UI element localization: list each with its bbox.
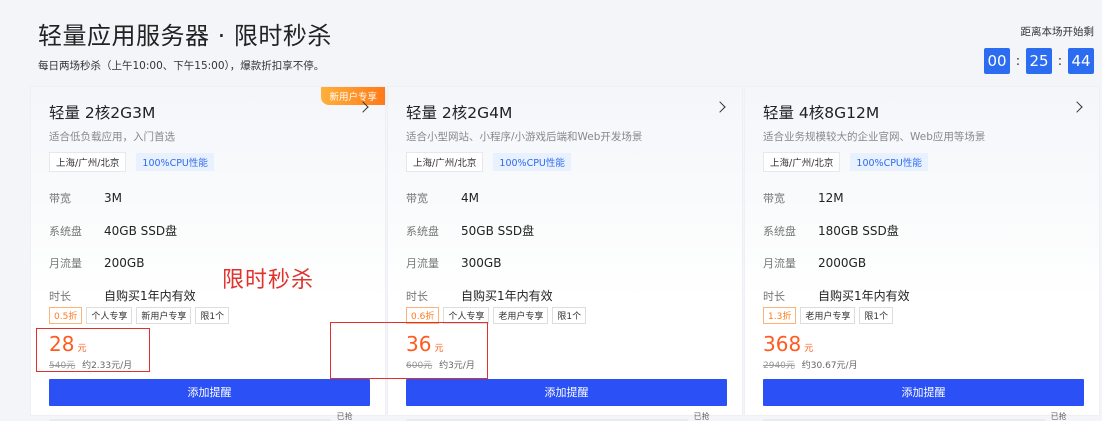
spec-row-disk: 系统盘 50GB SSD盘 [406, 215, 724, 248]
card-title[interactable]: 轻量 2核2G4M [406, 101, 724, 123]
audience-badge: 新用户专享 [136, 307, 192, 324]
cpu-tag: 100%CPU性能 [136, 153, 214, 171]
spec-label: 月流量 [49, 257, 82, 271]
price-value: 368 [763, 332, 802, 356]
countdown: 距离本场开始剩 00 : 25 : 44 [954, 24, 1094, 74]
original-price: 2940元 [763, 361, 795, 371]
spec-label: 带宽 [406, 192, 428, 206]
spec-row-traffic: 月流量 2000GB [763, 247, 1081, 280]
spec-row-bandwidth: 带宽 12M [763, 182, 1081, 215]
spec-value: 50GB SSD盘 [461, 224, 535, 239]
add-reminder-button[interactable]: 添加提醒 [49, 379, 370, 406]
annotation-box-price-1 [36, 328, 150, 372]
cpu-tag: 100%CPU性能 [493, 153, 571, 171]
spec-row-traffic: 月流量 200GB [49, 247, 367, 280]
product-card[interactable]: 轻量 4核8G12M 适合业务规模较大的企业官网、Web应用等场景 上海/广州/… [744, 86, 1100, 421]
annotation-text: 限时秒杀 [222, 268, 315, 293]
discount-badge: 1.3折 [763, 307, 797, 324]
spec-row-traffic: 月流量 300GB [406, 247, 724, 280]
add-reminder-button[interactable]: 添加提醒 [763, 379, 1084, 406]
spec-value: 180GB SSD盘 [818, 224, 899, 239]
spec-value: 3M [104, 191, 122, 206]
limit-badge: 限1个 [552, 307, 587, 324]
limit-badge: 限1个 [859, 307, 894, 324]
sold-progress-label: 已抢 0% [693, 412, 710, 421]
card-desc: 适合业务规模较大的企业官网、Web应用等场景 [763, 131, 986, 143]
annotation-box-price-2 [330, 322, 488, 379]
price-unit: 元 [804, 344, 814, 354]
page-title: 轻量应用服务器 · 限时秒杀 [38, 22, 332, 50]
card-desc: 适合小型网站、小程序/小游戏后端和Web开发场景 [406, 131, 643, 143]
product-cards: 新用户专享 轻量 2核2G3M 适合低负载应用，入门首选 上海/广州/北京 10… [30, 86, 1101, 421]
audience-badge: 老用户专享 [800, 307, 856, 324]
audience-badge: 老用户专享 [493, 307, 549, 324]
spec-value: 4M [461, 191, 479, 206]
spec-label: 系统盘 [49, 224, 82, 238]
limit-badge: 限1个 [195, 307, 230, 324]
spec-value: 300GB [461, 256, 502, 271]
spec-value: 40GB SSD盘 [104, 224, 178, 239]
card-title[interactable]: 轻量 4核8G12M [763, 101, 1081, 123]
countdown-separator: : [1057, 53, 1063, 69]
monthly-price: 约30.67元/月 [801, 361, 858, 371]
spec-row-bandwidth: 带宽 4M [406, 182, 724, 215]
page-subtitle: 每日两场秒杀（上午10:00、下午15:00），爆款折扣享不停。 [38, 60, 325, 72]
region-tag: 上海/广州/北京 [406, 152, 484, 172]
spec-label: 带宽 [49, 192, 71, 206]
spec-row-disk: 系统盘 40GB SSD盘 [49, 215, 367, 248]
spec-label: 带宽 [763, 192, 785, 206]
spec-value: 2000GB [818, 256, 867, 271]
spec-label: 月流量 [763, 257, 796, 271]
countdown-minutes: 25 [1026, 48, 1052, 74]
card-title[interactable]: 轻量 2核2G3M [49, 101, 367, 123]
countdown-hours: 00 [984, 48, 1010, 74]
countdown-separator: : [1015, 53, 1021, 69]
spec-value: 200GB [104, 256, 145, 271]
countdown-label: 距离本场开始剩 [1020, 26, 1095, 38]
cpu-tag: 100%CPU性能 [850, 153, 928, 171]
spec-row-bandwidth: 带宽 3M [49, 182, 367, 215]
spec-label: 系统盘 [406, 224, 439, 238]
discount-badge: 0.5折 [49, 307, 83, 324]
sold-progress-label: 已抢 0% [1050, 412, 1067, 421]
new-user-badge: 新用户专享 [321, 87, 385, 105]
audience-badge: 个人专享 [86, 307, 133, 324]
add-reminder-button[interactable]: 添加提醒 [406, 379, 727, 406]
spec-value: 12M [818, 191, 844, 206]
spec-row-disk: 系统盘 180GB SSD盘 [763, 215, 1081, 248]
countdown-seconds: 44 [1068, 48, 1094, 74]
card-desc: 适合低负载应用，入门首选 [49, 131, 175, 143]
sold-progress-label: 已抢 0% [336, 412, 353, 421]
region-tag: 上海/广州/北京 [49, 152, 127, 172]
region-tag: 上海/广州/北京 [763, 152, 841, 172]
spec-label: 系统盘 [763, 224, 796, 238]
spec-label: 月流量 [406, 257, 439, 271]
